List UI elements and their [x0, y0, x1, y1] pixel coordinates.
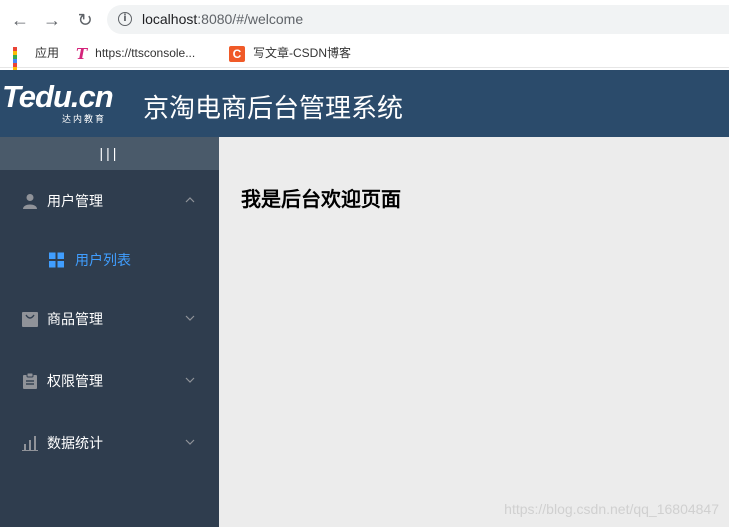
clipboard-icon [23, 373, 37, 389]
logo: Tedu.cn 达内教育 [0, 79, 128, 129]
grid-icon [49, 252, 64, 268]
chevron-down-icon [185, 315, 195, 321]
menu-user-management[interactable]: 用户管理 [0, 170, 219, 232]
bookmark-label: 应用 [35, 46, 60, 60]
browser-toolbar: ← → ↻ i localhost:8080/#/welcome [0, 0, 729, 38]
bookmark-apps[interactable]: 应用 [13, 44, 60, 83]
user-icon [23, 194, 37, 209]
chevron-down-icon [185, 377, 195, 383]
submenu-user-list[interactable]: 用户列表 [0, 232, 219, 288]
csdn-icon: C [229, 45, 245, 62]
forward-icon[interactable]: → [41, 9, 63, 31]
logo-subtext: 达内教育 [62, 114, 107, 124]
bookmark-csdn[interactable]: C 写文章-CSDN博客 [229, 44, 351, 62]
bar-chart-icon [22, 436, 38, 451]
bookmark-label: 写文章-CSDN博客 [253, 46, 351, 60]
address-bar[interactable]: i localhost:8080/#/welcome [107, 5, 729, 34]
back-icon[interactable]: ← [9, 9, 31, 31]
url-text[interactable]: localhost:8080/#/welcome [142, 11, 303, 27]
bookmark-label: https://ttsconsole... [95, 46, 196, 60]
menu-label: 用户管理 [47, 193, 103, 209]
menu-permission-management[interactable]: 权限管理 [0, 350, 219, 412]
app-title: 京淘电商后台管理系统 [143, 93, 404, 123]
collapse-toggle-button[interactable]: ||| [0, 137, 219, 170]
menu-goods-management[interactable]: 商品管理 [0, 288, 219, 350]
tts-logo-icon: T [76, 44, 88, 63]
logo-text: Tedu.cn [2, 79, 114, 114]
main-content: 我是后台欢迎页面 https://blog.csdn.net/qq_168048… [219, 137, 729, 527]
chevron-down-icon [185, 439, 195, 445]
app-header: Tedu.cn 达内教育 京淘电商后台管理系统 [0, 70, 729, 137]
menu-label: 权限管理 [47, 373, 103, 389]
apps-grid-icon [13, 46, 27, 83]
shopping-bag-icon [22, 312, 38, 327]
bookmark-ttsconsole[interactable]: Thttps://ttsconsole... [76, 44, 196, 63]
sidebar: ||| 用户管理 用户列表 商品管理 权限管理 数据统计 [0, 137, 219, 527]
info-icon[interactable]: i [118, 12, 132, 26]
reload-icon[interactable]: ↻ [74, 9, 96, 31]
submenu-label: 用户列表 [75, 252, 131, 268]
menu-label: 数据统计 [47, 435, 103, 451]
bookmarks-bar: 应用 Thttps://ttsconsole... C 写文章-CSDN博客 [0, 38, 729, 83]
welcome-heading: 我是后台欢迎页面 [241, 189, 401, 211]
watermark: https://blog.csdn.net/qq_16804847 [504, 501, 719, 517]
menu-label: 商品管理 [47, 311, 103, 327]
menu-data-statistics[interactable]: 数据统计 [0, 412, 219, 474]
chevron-up-icon [185, 197, 195, 203]
